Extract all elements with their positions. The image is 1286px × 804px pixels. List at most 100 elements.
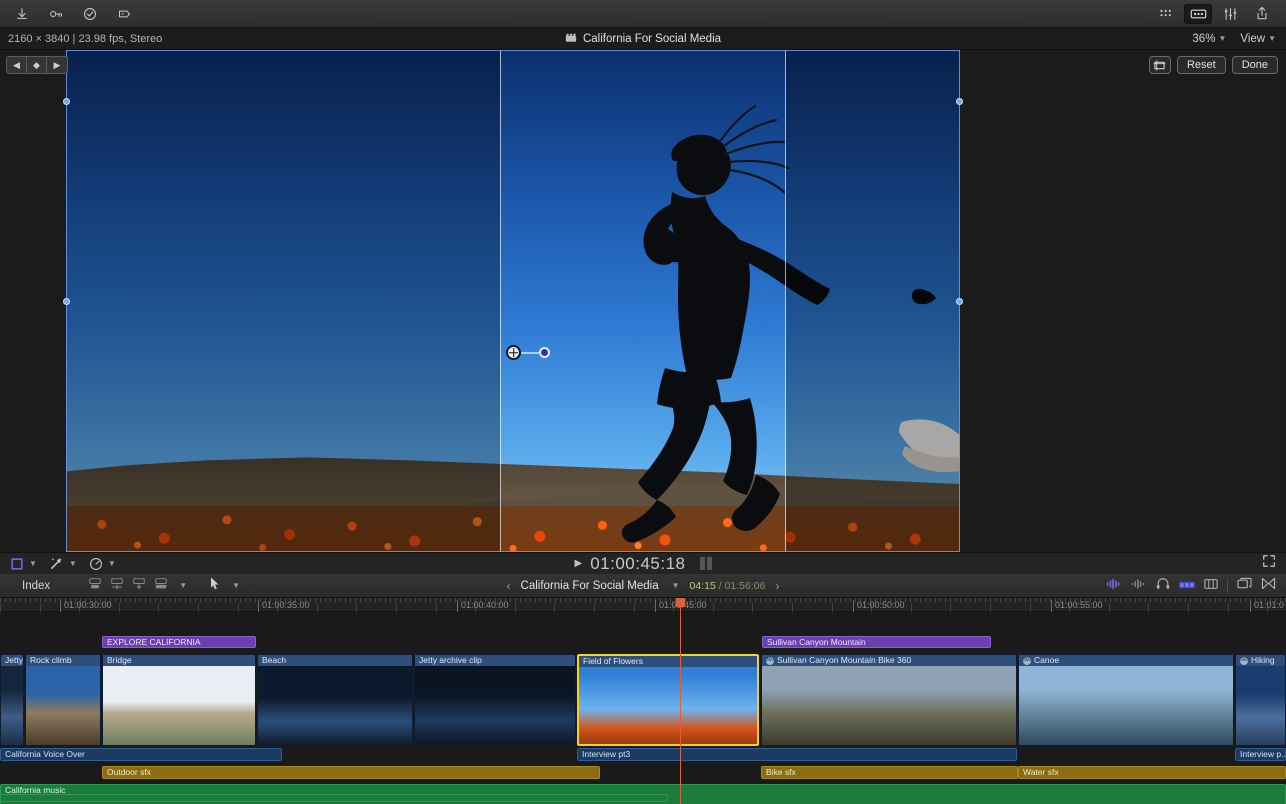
- expand-icon[interactable]: [1262, 554, 1276, 573]
- clip-thumbnail: [361, 666, 412, 745]
- viewer-tools: ▼ ▼ ▼: [0, 556, 116, 571]
- previous-project-button[interactable]: ‹: [507, 579, 511, 593]
- clip-thumbnails: [1236, 666, 1285, 745]
- prev-keyframe-button[interactable]: ◀: [7, 57, 27, 73]
- ruler-label: 01:00:35:00: [258, 600, 310, 610]
- viewer-canvas[interactable]: ◀ ◆ ▶ Reset Done: [0, 50, 1286, 552]
- 360-badge-icon: 360: [1240, 657, 1248, 665]
- timeline-project-name[interactable]: California For Social Media: [521, 580, 659, 592]
- transform-action-group: Reset Done: [1149, 56, 1278, 74]
- clip-thumbnail: [762, 666, 826, 745]
- timeline-audio-clip[interactable]: California Voice Over: [0, 748, 282, 761]
- clip-name-label: Jetty: [1, 655, 23, 666]
- crop-rectangle[interactable]: [500, 50, 786, 552]
- clip-thumbnail: [103, 666, 154, 745]
- anchor-point-icon[interactable]: [506, 345, 521, 360]
- next-keyframe-button[interactable]: ▶: [47, 57, 67, 73]
- clip-name-label: Field of Flowers: [579, 656, 757, 667]
- ruler-minor-tick: [198, 603, 199, 612]
- clip-thumbnail: [1019, 666, 1090, 745]
- timeline-audio-clip[interactable]: Water sfx: [1018, 766, 1286, 779]
- retime-tool-button[interactable]: ▼: [89, 557, 116, 571]
- viewer-timecode[interactable]: 01:00:45:18: [590, 554, 685, 574]
- transform-handle-right[interactable]: [956, 298, 963, 305]
- crop-icon[interactable]: [1149, 56, 1171, 74]
- enhance-tool-button[interactable]: ▼: [49, 556, 77, 571]
- transform-handle-top-right[interactable]: [956, 98, 963, 105]
- timeline-video-clip[interactable]: 360Canoe: [1018, 654, 1234, 746]
- share-icon[interactable]: [1248, 4, 1276, 24]
- done-button[interactable]: Done: [1232, 56, 1278, 74]
- ruler-label: 01:00:50:00: [853, 600, 905, 610]
- clip-name-text: Sullivan Canyon Mountain Bike 360: [777, 655, 911, 666]
- timeline-video-clip[interactable]: Jetty archive clip: [414, 654, 576, 746]
- ruler-minor-tick: [950, 603, 951, 612]
- clip-name-text: Field of Flowers: [583, 656, 643, 667]
- timeline-video-clip[interactable]: Rock climb: [25, 654, 101, 746]
- timeline-toolbar: Index ▼ ▼ ‹ California For Social Media: [0, 574, 1286, 598]
- 360-badge-icon: 360: [766, 657, 774, 665]
- title-clip[interactable]: Sullivan Canyon Mountain: [762, 636, 991, 648]
- timeline-audio-clip[interactable]: Interview p...: [1235, 748, 1286, 761]
- timeline-video-clip[interactable]: Bridge: [102, 654, 256, 746]
- inspector-toggle-icon[interactable]: [1184, 4, 1212, 24]
- transform-nav-group: ◀ ◆ ▶: [6, 56, 68, 74]
- clip-thumbnail: [668, 667, 757, 744]
- ruler-minor-tick: [911, 603, 912, 612]
- timeline-video-clip[interactable]: Jetty: [0, 654, 24, 746]
- clip-thumbnails: [579, 667, 757, 744]
- effects-sliders-icon[interactable]: [1216, 4, 1244, 24]
- ruler-minor-tick: [356, 603, 357, 612]
- check-circle-icon[interactable]: [76, 4, 104, 24]
- timeline-video-clip[interactable]: 360Hiking: [1235, 654, 1286, 746]
- clip-thumbnails: [1, 666, 23, 745]
- timeline-video-clip[interactable]: 360Sullivan Canyon Mountain Bike 360: [761, 654, 1017, 746]
- clip-thumbnails: [103, 666, 255, 745]
- viewer-fullscreen-group: [1262, 554, 1286, 573]
- chevron-down-icon[interactable]: ▼: [672, 581, 680, 590]
- transform-handle-left[interactable]: [63, 298, 70, 305]
- viewer-info-bar: 2160 × 3840 | 23.98 fps, Stereo Californ…: [0, 28, 1286, 50]
- timeline-panel[interactable]: 01:00:30:0001:00:35:0001:00:40:0001:00:4…: [0, 598, 1286, 804]
- ruler-minor-tick: [554, 603, 555, 612]
- clip-thumbnail: [204, 666, 255, 745]
- timeline-audio-clip[interactable]: Bike sfx: [761, 766, 1018, 779]
- total-time: 01:56:06: [725, 580, 766, 592]
- timeline-video-clip[interactable]: Beach: [257, 654, 413, 746]
- clip-name-text: Jetty archive clip: [419, 655, 482, 666]
- ruler-minor-tick: [990, 603, 991, 612]
- final-cut-pro-window: 2160 × 3840 | 23.98 fps, Stereo Californ…: [0, 0, 1286, 804]
- timeline-audio-clip[interactable]: Outdoor sfx: [102, 766, 600, 779]
- add-keyframe-button[interactable]: ◆: [27, 57, 47, 73]
- top-toolbar: [0, 0, 1286, 28]
- chevron-down-icon: ▼: [108, 559, 116, 568]
- ruler-minor-tick: [40, 603, 41, 612]
- keyword-icon[interactable]: [42, 4, 70, 24]
- clip-name-label: Beach: [258, 655, 412, 666]
- rotation-handle-dot[interactable]: [539, 347, 550, 358]
- timeline-audio-clip[interactable]: Interview pt3: [577, 748, 1017, 761]
- caption-tag-icon[interactable]: [110, 4, 138, 24]
- ruler-minor-tick: [396, 603, 397, 612]
- clip-thumbnail: [63, 666, 100, 745]
- timeline-ruler[interactable]: 01:00:30:0001:00:35:0001:00:40:0001:00:4…: [0, 598, 1286, 612]
- clip-name-label: Rock climb: [26, 655, 100, 666]
- next-project-button[interactable]: ›: [775, 579, 779, 593]
- chevron-down-icon: ▼: [29, 559, 37, 568]
- ruler-minor-tick: [158, 603, 159, 612]
- video-frame: [66, 50, 960, 552]
- transform-handle-top-left[interactable]: [63, 98, 70, 105]
- title-clip[interactable]: EXPLORE CALIFORNIA: [102, 636, 256, 648]
- browser-grid-icon[interactable]: [1152, 4, 1180, 24]
- transform-tool-button[interactable]: ▼: [10, 557, 37, 571]
- clip-thumbnail: [826, 666, 890, 745]
- anchor-point-control[interactable]: [506, 345, 550, 360]
- ruler-minor-tick: [752, 603, 753, 612]
- toolbar-right-group: [1152, 4, 1286, 24]
- ruler-label: 01:00:45:00: [655, 600, 707, 610]
- reset-button[interactable]: Reset: [1177, 56, 1226, 74]
- timeline-video-clip[interactable]: Field of Flowers: [577, 654, 759, 746]
- ruler-minor-tick: [713, 603, 714, 612]
- clip-name-text: Canoe: [1034, 655, 1059, 666]
- import-icon[interactable]: [8, 4, 36, 24]
